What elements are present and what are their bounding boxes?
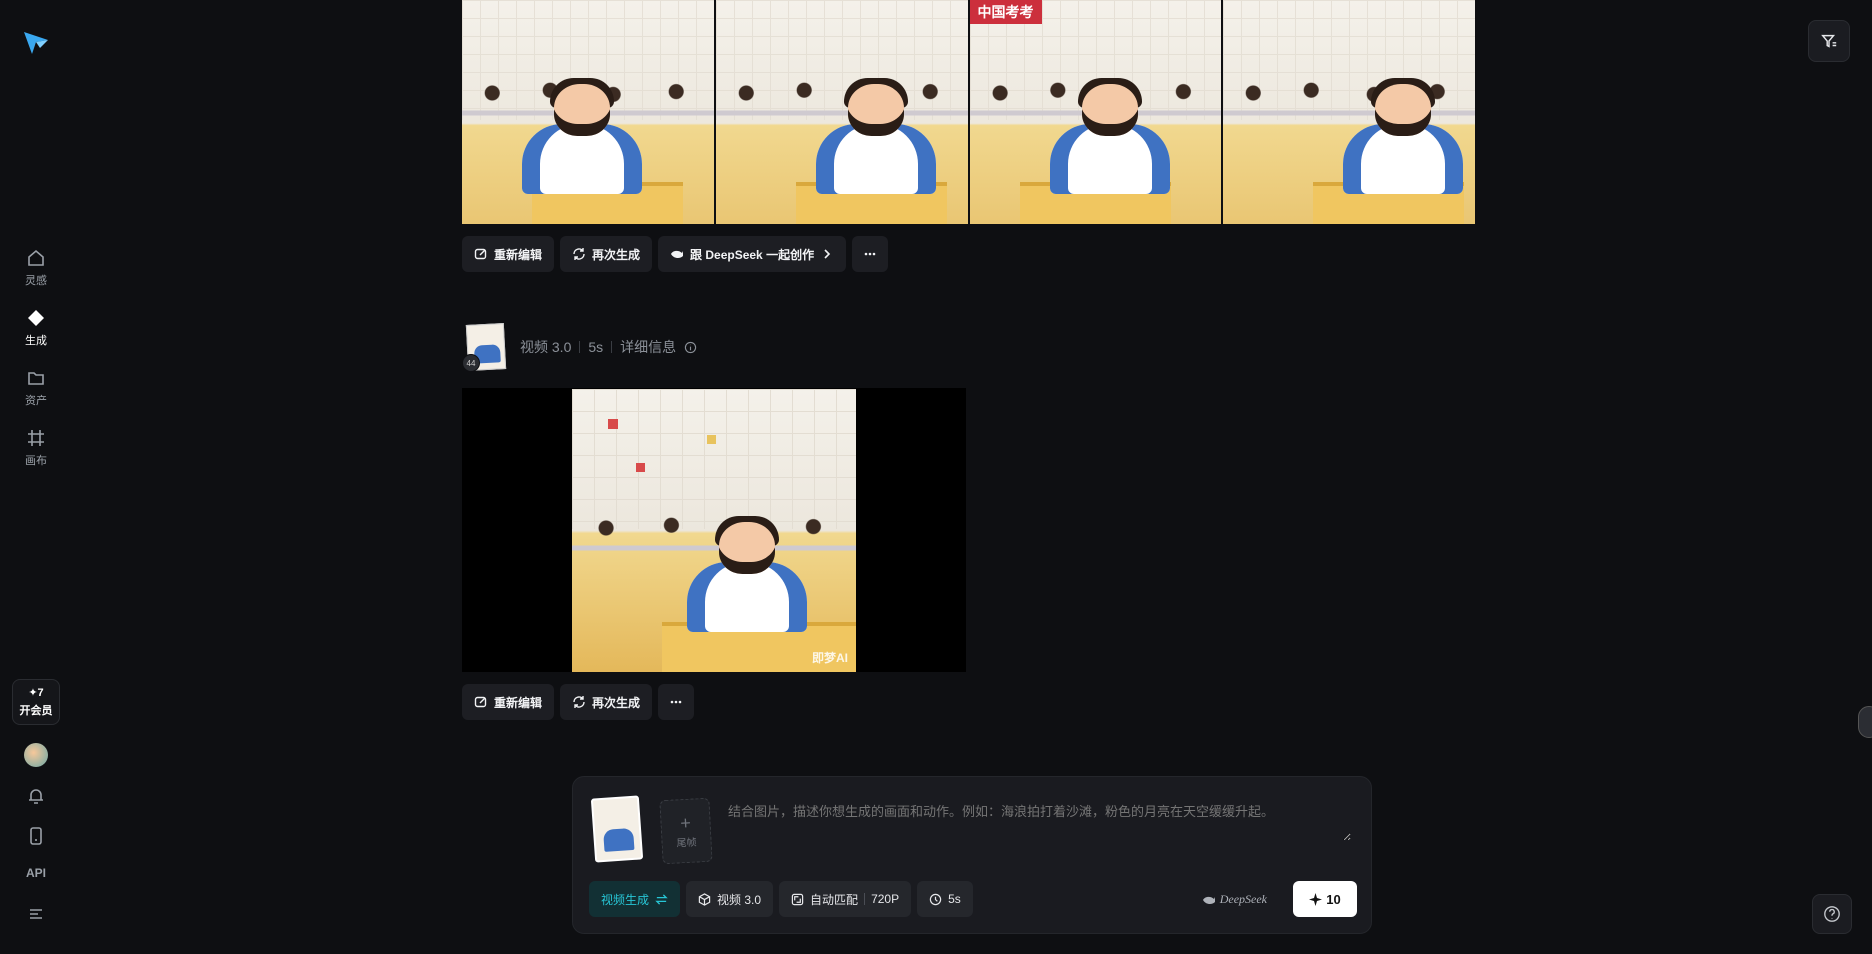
menu-icon[interactable] — [26, 904, 46, 924]
count-badge: 44 — [462, 354, 480, 372]
help-icon — [1824, 906, 1840, 922]
duration-selector[interactable]: 5s — [917, 881, 973, 917]
vip-button[interactable]: ✦7 开会员 — [12, 679, 60, 725]
tail-frame-label: 尾帧 — [676, 836, 697, 849]
more-icon — [670, 700, 682, 704]
chevron-right-icon — [824, 249, 831, 259]
video-model: 视频 3.0 — [520, 339, 572, 355]
video-duration: 5s — [588, 339, 604, 355]
regenerate-button[interactable]: 再次生成 — [560, 236, 653, 272]
result-image[interactable] — [715, 0, 968, 224]
api-link[interactable]: API — [0, 866, 72, 880]
more-button[interactable] — [658, 684, 695, 720]
aspect-ratio-icon — [791, 893, 804, 905]
sidebar: 灵感 生成 资产 画布 ✦7 开会员 API — [0, 0, 72, 954]
mobile-icon[interactable] — [26, 826, 46, 846]
edit-icon — [474, 248, 487, 260]
result-image[interactable]: 中国考考 — [969, 0, 1222, 224]
filter-button[interactable] — [1808, 20, 1850, 62]
sidebar-item-inspiration[interactable]: 灵感 — [0, 248, 72, 288]
video-player[interactable]: 即梦AI — [462, 388, 966, 672]
deepseek-create-button[interactable]: 跟 DeepSeek 一起创作 — [658, 236, 847, 272]
prompt-input[interactable] — [728, 801, 1351, 841]
prompt-composer: + 尾帧 视频生成 视频 3.0 自动匹配 720P 5s DeepSeek 1… — [572, 776, 1372, 934]
info-icon[interactable] — [684, 341, 697, 354]
sidebar-item-label: 灵感 — [25, 275, 47, 287]
video-actions: 重新编辑 再次生成 — [462, 684, 695, 720]
details-link[interactable]: 详细信息 — [620, 337, 676, 357]
video-meta: 44 视频 3.0 5s 详细信息 — [462, 322, 697, 372]
ratio-resolution-selector[interactable]: 自动匹配 720P — [779, 881, 912, 917]
video-preview: 即梦AI — [572, 389, 856, 672]
sidebar-item-canvas[interactable]: 画布 — [0, 428, 72, 468]
more-icon — [864, 252, 876, 256]
sidebar-item-assets[interactable]: 资产 — [0, 368, 72, 408]
bell-icon[interactable] — [26, 786, 46, 806]
sidebar-item-label: 画布 — [25, 455, 47, 467]
mode-selector[interactable]: 视频生成 — [589, 881, 681, 917]
home-icon — [28, 249, 44, 266]
sidebar-item-generate[interactable]: 生成 — [0, 308, 72, 348]
sparkle-icon — [1309, 892, 1323, 906]
app-logo-icon[interactable] — [22, 28, 50, 56]
reedit-button[interactable]: 重新编辑 — [462, 684, 555, 720]
filter-icon — [1821, 34, 1837, 48]
avatar[interactable] — [24, 743, 48, 767]
whale-icon — [1202, 896, 1215, 904]
refresh-icon — [573, 248, 585, 260]
image-result-strip: 中国考考 — [462, 0, 1475, 224]
edit-icon — [474, 696, 487, 708]
whale-icon — [671, 250, 684, 259]
sidebar-item-label: 生成 — [25, 335, 47, 347]
side-panel-handle[interactable] — [1858, 706, 1872, 738]
tail-frame-upload[interactable]: + 尾帧 — [659, 797, 713, 865]
cube-icon — [698, 892, 711, 906]
generate-button[interactable]: 10 — [1293, 881, 1357, 917]
deepseek-toggle[interactable]: DeepSeek — [1202, 892, 1267, 907]
canvas-icon — [28, 430, 44, 446]
reedit-button[interactable]: 重新编辑 — [462, 236, 555, 272]
regenerate-button[interactable]: 再次生成 — [560, 684, 653, 720]
clock-icon — [929, 893, 942, 905]
plus-icon: + — [679, 812, 692, 833]
folder-icon — [28, 372, 44, 385]
composer-toolbar: 视频生成 视频 3.0 自动匹配 720P 5s — [589, 881, 973, 917]
more-button[interactable] — [852, 236, 889, 272]
sidebar-item-label: 资产 — [25, 395, 47, 407]
help-button[interactable] — [1812, 894, 1852, 934]
watermark: 即梦AI — [811, 651, 848, 665]
model-selector[interactable]: 视频 3.0 — [686, 881, 774, 917]
sparkle-icon — [28, 310, 44, 326]
swap-icon — [655, 893, 668, 905]
vip-label: 开会员 — [19, 705, 53, 717]
first-frame-thumbnail[interactable] — [590, 795, 644, 863]
result-image[interactable] — [1223, 0, 1475, 224]
banner-text: 中国考考 — [969, 0, 1042, 24]
credit-count: ✦7 — [28, 687, 44, 699]
refresh-icon — [573, 696, 585, 708]
image-actions: 重新编辑 再次生成 跟 DeepSeek 一起创作 — [462, 236, 889, 272]
result-image[interactable] — [462, 0, 714, 224]
source-thumbnail[interactable]: 44 — [462, 322, 510, 372]
